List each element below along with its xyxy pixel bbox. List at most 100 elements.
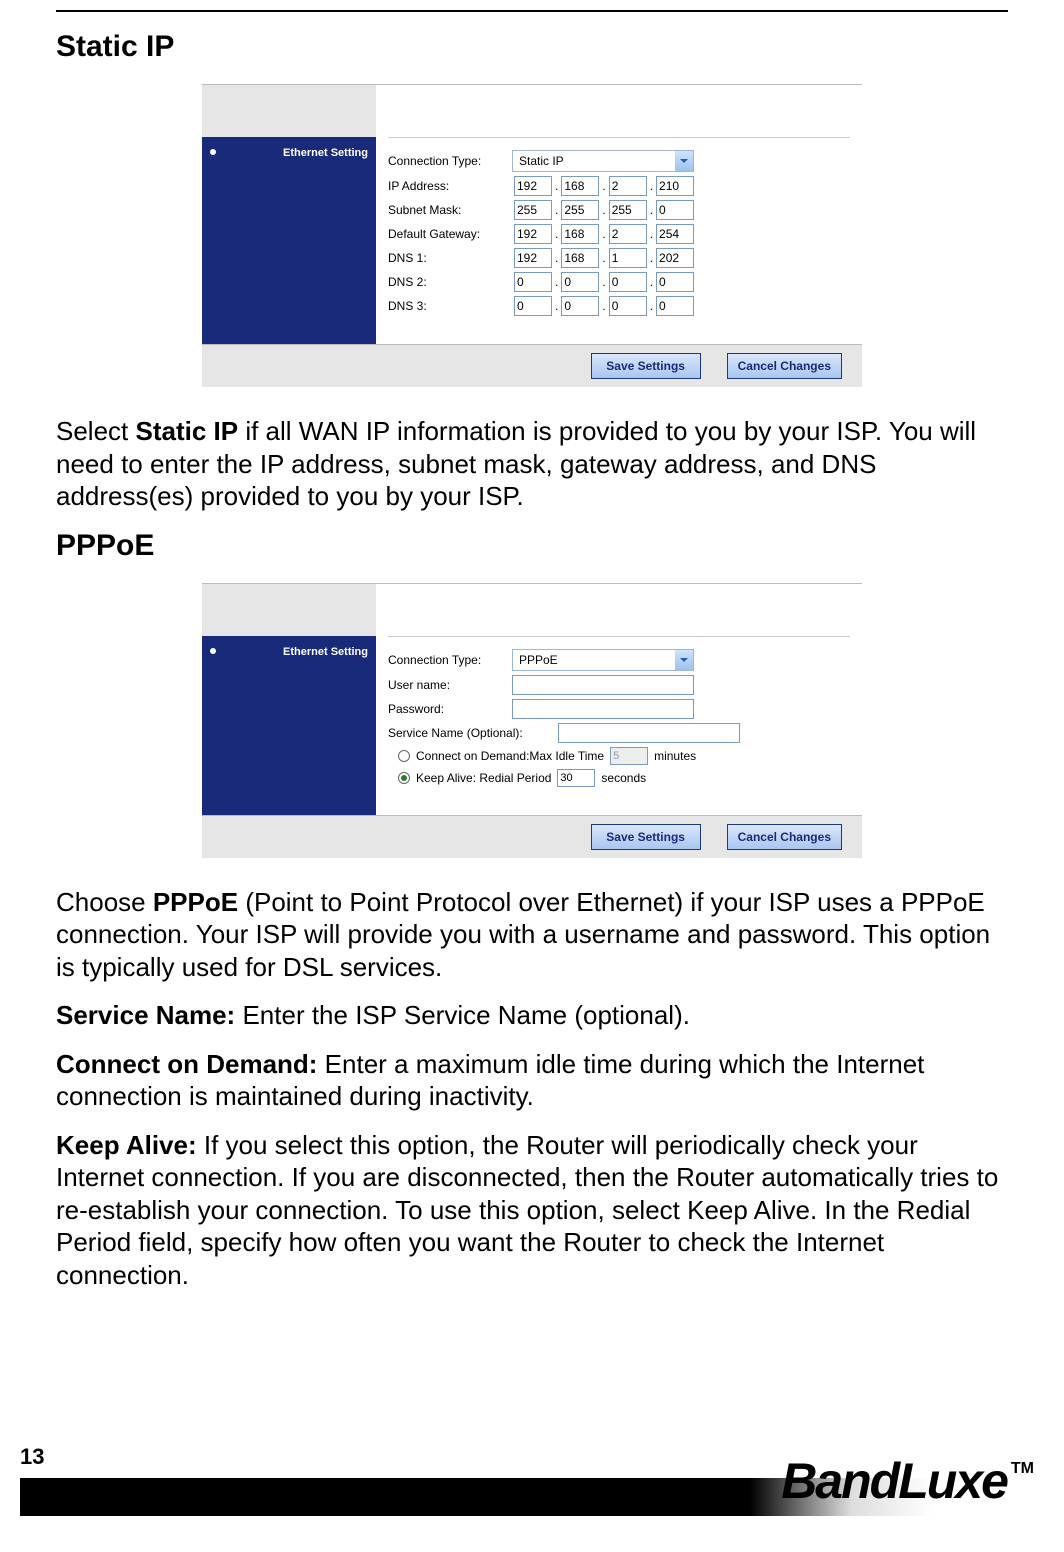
panel-left-label-ethernet: Ethernet Setting [202,636,376,815]
pppoe-panel: Ethernet Setting Connection Type: PPPoE [202,583,862,858]
brand-logo: BandLuxe TM [781,1452,1034,1516]
text: Choose [56,887,153,917]
heading-pppoe: PPPoE [56,529,1008,563]
dns2-octet-3[interactable] [609,272,647,292]
static-ip-paragraph: Select Static IP if all WAN IP informati… [56,415,1008,513]
save-button[interactable]: Save Settings [591,353,701,379]
connect-on-demand-radio[interactable] [398,750,410,762]
gw-octet-3[interactable] [609,224,647,244]
bullet-icon [210,149,216,155]
dns1-label: DNS 1: [388,251,512,265]
redial-period-input[interactable] [557,769,595,787]
dot: . [554,299,559,313]
dot: . [649,179,654,193]
gw-octet-1[interactable] [514,224,552,244]
ka-unit: seconds [601,771,646,785]
dot: . [554,179,559,193]
static-ip-panel: Ethernet Setting Connection Type: Static… [202,84,862,387]
pppoe-paragraph-1: Choose PPPoE (Point to Point Protocol ov… [56,886,1008,984]
dns2-octet-2[interactable] [561,272,599,292]
dot: . [601,299,606,313]
conn-type-label: Connection Type: [388,653,512,667]
dns1-octet-3[interactable] [609,248,647,268]
page-footer: 13 BandLuxe TM [20,1444,1034,1516]
static-ip-panel-wrap: Ethernet Setting Connection Type: Static… [56,84,1008,387]
dns3-octet-1[interactable] [514,296,552,316]
dot: . [649,275,654,289]
dns3-octet-3[interactable] [609,296,647,316]
pppoe-panel-wrap: Ethernet Setting Connection Type: PPPoE [56,583,1008,858]
ka-label: Keep Alive: Redial Period [416,771,551,785]
username-input[interactable] [512,675,694,695]
dns3-octet-4[interactable] [656,296,694,316]
dot: . [649,227,654,241]
text: If you select this option, the Router wi… [56,1130,998,1290]
dns2-octet-1[interactable] [514,272,552,292]
text: Enter the ISP Service Name (optional). [235,1000,690,1030]
conn-type-label: Connection Type: [388,154,512,168]
dns1-octet-4[interactable] [656,248,694,268]
idle-time-input[interactable] [610,747,648,765]
bold-text: Connect on Demand: [56,1049,317,1079]
dns3-label: DNS 3: [388,299,512,313]
dot: . [554,275,559,289]
pppoe-paragraph-4: Keep Alive: If you select this option, t… [56,1129,1008,1292]
save-button[interactable]: Save Settings [591,824,701,850]
conn-type-value: Static IP [519,154,564,168]
chevron-down-icon [675,151,693,171]
dot: . [601,251,606,265]
bullet-icon [210,648,216,654]
dns1-octet-2[interactable] [561,248,599,268]
panel-left-spacer [202,584,376,636]
gw-octet-2[interactable] [561,224,599,244]
mask-octet-2[interactable] [561,200,599,220]
text: Select [56,416,136,446]
dot: . [601,275,606,289]
pppoe-paragraph-3: Connect on Demand: Enter a maximum idle … [56,1048,1008,1113]
conn-type-select[interactable]: PPPoE [512,649,694,671]
dns2-octet-4[interactable] [656,272,694,292]
user-label: User name: [388,678,512,692]
cancel-button[interactable]: Cancel Changes [727,824,842,850]
pppoe-paragraph-2: Service Name: Enter the ISP Service Name… [56,999,1008,1032]
password-input[interactable] [512,699,694,719]
dns1-octet-1[interactable] [514,248,552,268]
cod-unit: minutes [654,749,696,763]
ip-octet-4[interactable] [656,176,694,196]
gw-octet-4[interactable] [656,224,694,244]
mask-octet-1[interactable] [514,200,552,220]
gw-label: Default Gateway: [388,227,512,241]
dns3-octet-2[interactable] [561,296,599,316]
cod-label: Connect on Demand:Max Idle Time [416,749,604,763]
panel-left-label-ethernet: Ethernet Setting [202,137,376,344]
ip-octet-3[interactable] [609,176,647,196]
dot: . [601,179,606,193]
dot: . [601,203,606,217]
dot: . [554,251,559,265]
top-rule [56,10,1008,12]
bold-text: Service Name: [56,1000,235,1030]
service-label: Service Name (Optional): [388,726,558,740]
dot: . [554,227,559,241]
ip-label: IP Address: [388,179,512,193]
brand-name: BandLuxe [781,1452,1007,1510]
dot: . [649,299,654,313]
dot: . [649,203,654,217]
conn-type-select[interactable]: Static IP [512,150,694,172]
service-name-input[interactable] [558,723,740,743]
ethernet-setting-label: Ethernet Setting [283,147,368,159]
ethernet-setting-label: Ethernet Setting [283,646,368,658]
mask-octet-3[interactable] [609,200,647,220]
dot: . [649,251,654,265]
ip-octet-2[interactable] [561,176,599,196]
pass-label: Password: [388,702,512,716]
mask-octet-4[interactable] [656,200,694,220]
mask-label: Subnet Mask: [388,203,512,217]
keep-alive-radio[interactable] [398,772,410,784]
cancel-button[interactable]: Cancel Changes [727,353,842,379]
dot: . [554,203,559,217]
ip-octet-1[interactable] [514,176,552,196]
heading-static-ip: Static IP [56,30,1008,64]
trademark-symbol: TM [1011,1460,1034,1478]
bold-text: PPPoE [153,887,238,917]
